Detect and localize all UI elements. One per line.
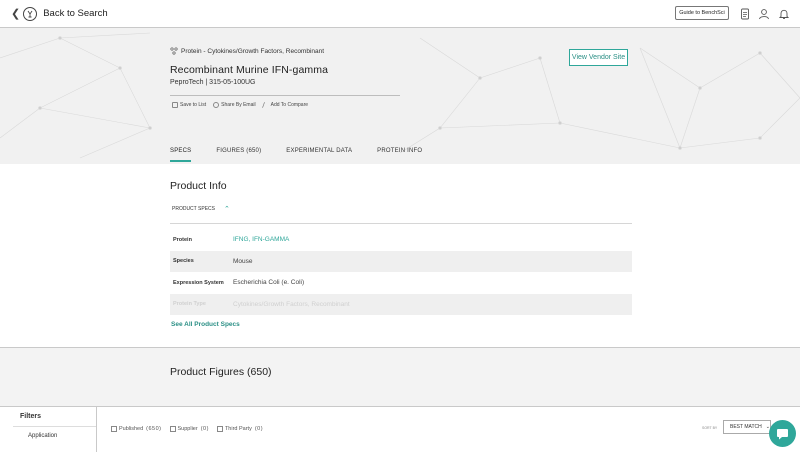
- product-specs-toggle[interactable]: PRODUCT SPECS ⌃: [172, 205, 230, 213]
- hero-divider: [170, 95, 400, 96]
- product-tabs: SPECS FIGURES (650) EXPERIMENTAL DATA PR…: [170, 148, 447, 164]
- back-to-search-button[interactable]: ❮ Back to Search: [11, 6, 108, 22]
- guide-to-benchsci-button[interactable]: Guide to BenchSci: [675, 6, 729, 20]
- specs-divider: [170, 223, 632, 224]
- spec-row-protein: Protein IFNG, IFN-GAMMA: [170, 229, 632, 251]
- sort-value: BEST MATCH: [730, 424, 762, 430]
- spec-row-expression-system: Expression System Escherichia Coli (e. C…: [170, 272, 632, 294]
- spec-key: Protein: [173, 236, 192, 243]
- product-info-heading: Product Info: [170, 180, 227, 192]
- share-by-email-button[interactable]: Share By Email: [213, 102, 256, 108]
- share-icon: [213, 102, 220, 108]
- compare-icon: [261, 102, 270, 108]
- protein-link[interactable]: IFNG, IFN-GAMMA: [233, 236, 289, 243]
- checkbox-icon: [111, 426, 117, 432]
- chip-count: (0): [254, 426, 264, 432]
- spec-key: Protein Type: [173, 301, 206, 308]
- chip-label: Supplier: [177, 426, 198, 432]
- spec-table: Protein IFNG, IFN-GAMMA Species Mouse Ex…: [170, 229, 632, 315]
- see-all-product-specs-link[interactable]: See All Product Specs: [171, 321, 240, 328]
- chevron-left-icon: ❮: [11, 8, 21, 20]
- source-filter-chips: Published (650) Supplier (0) Third Party…: [111, 426, 263, 432]
- figures-header-band: [0, 347, 800, 407]
- document-icon[interactable]: [739, 8, 751, 20]
- product-vendor-catalog: PeproTech | 315-05-100UG: [170, 79, 256, 86]
- benchsci-logo-icon: [23, 7, 38, 21]
- tab-protein-info[interactable]: PROTEIN INFO: [377, 148, 422, 164]
- checkbox-icon: [169, 426, 176, 432]
- supplier-checkbox[interactable]: Supplier (0): [169, 426, 209, 432]
- product-actions: Save to List Share By Email Add To Compa…: [172, 102, 308, 108]
- top-bar: ❮ Back to Search Guide to BenchSci: [0, 0, 800, 28]
- spec-row-protein-type: Protein Type Cytokines/Growth Factors, R…: [170, 293, 632, 315]
- add-to-compare-button[interactable]: Add To Compare: [261, 102, 309, 108]
- published-checkbox[interactable]: Published (650): [111, 426, 162, 432]
- product-category-label: Protein - Cytokines/Growth Factors, Reco…: [181, 47, 325, 55]
- spec-value: Mouse: [233, 257, 253, 265]
- filters-heading: Filters: [13, 407, 96, 427]
- tab-specs[interactable]: SPECS: [170, 148, 192, 164]
- checkbox-icon: [216, 426, 223, 432]
- product-hero: [0, 28, 800, 164]
- spec-row-species: Species Mouse: [170, 250, 632, 272]
- third-party-checkbox[interactable]: Third Party (0): [216, 426, 264, 432]
- product-title: Recombinant Murine IFN-gamma: [170, 64, 329, 76]
- chip-count: (0): [200, 426, 209, 432]
- spec-value: Escherichia Coli (e. Coli): [233, 279, 305, 287]
- view-vendor-site-button[interactable]: View Vendor Site: [569, 49, 628, 66]
- sort-by-label: SORT BY: [702, 426, 718, 430]
- chat-icon: [777, 429, 788, 440]
- network-background-graphic: [0, 32, 800, 159]
- back-to-search-label: Back to Search: [43, 8, 108, 19]
- spec-key: Species: [173, 258, 194, 265]
- share-by-email-label: Share By Email: [221, 102, 256, 108]
- protein-icon: [170, 47, 178, 55]
- chip-label: Third Party: [224, 426, 252, 432]
- spec-value: Cytokines/Growth Factors, Recombinant: [233, 300, 350, 308]
- chip-count: (650): [146, 426, 162, 432]
- tab-figures[interactable]: FIGURES (650): [216, 148, 261, 164]
- save-to-list-button[interactable]: Save to List: [172, 102, 206, 108]
- bell-icon[interactable]: [778, 8, 790, 20]
- list-icon: [172, 102, 178, 108]
- product-category: Protein - Cytokines/Growth Factors, Reco…: [170, 47, 324, 55]
- user-icon[interactable]: [758, 8, 770, 20]
- filter-application[interactable]: Application: [13, 433, 96, 439]
- chat-button[interactable]: [769, 420, 796, 447]
- product-specs-label: PRODUCT SPECS: [172, 206, 215, 212]
- chip-label: Published: [119, 426, 144, 432]
- filters-panel: Filters Application: [13, 407, 97, 452]
- chevron-up-icon: ⌃: [223, 206, 230, 213]
- product-figures-heading: Product Figures (650): [170, 366, 272, 378]
- tab-experimental-data[interactable]: EXPERIMENTAL DATA: [286, 148, 352, 164]
- save-to-list-label: Save to List: [180, 102, 207, 108]
- sort-select[interactable]: BEST MATCH ⌄: [723, 420, 771, 434]
- spec-key: Expression System: [173, 279, 224, 286]
- add-to-compare-label: Add To Compare: [270, 102, 309, 108]
